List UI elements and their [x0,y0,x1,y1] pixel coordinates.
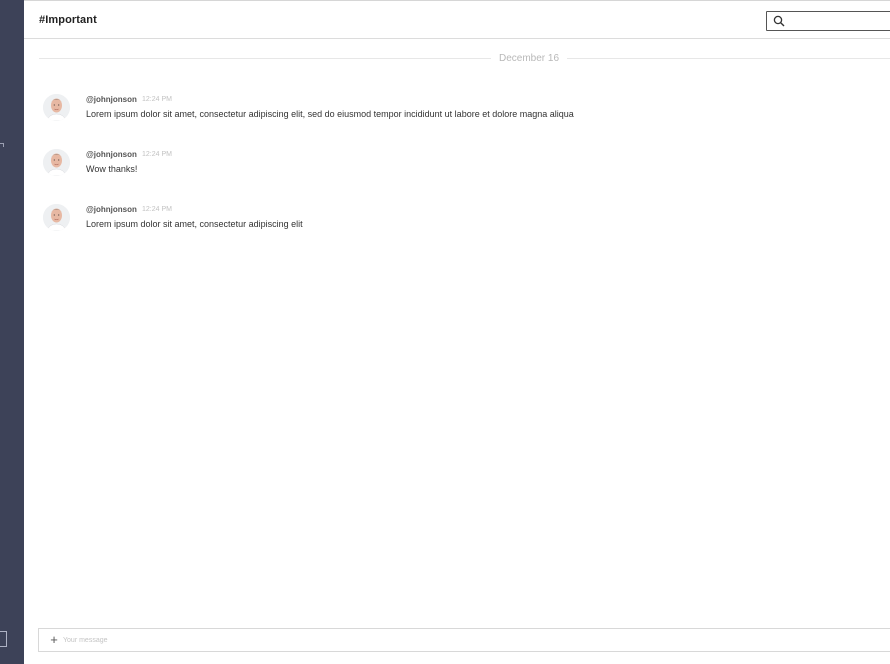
search-icon[interactable] [773,15,785,27]
message-author[interactable]: @johnjonson [86,95,137,104]
plus-icon[interactable]: + [47,633,61,647]
sidebar-button-fragment[interactable] [0,631,7,647]
avatar[interactable] [43,204,70,231]
avatar[interactable] [43,94,70,121]
message-text: Lorem ipsum dolor sit amet, consectetur … [86,109,574,119]
date-label: December 16 [498,53,560,64]
message-input[interactable] [63,634,663,647]
search-input[interactable] [789,14,889,28]
divider-line-right [567,58,890,59]
message-item: @johnjonson 12:24 PM Lorem ipsum dolor s… [39,94,890,134]
message-text: Wow thanks! [86,164,138,174]
message-timestamp: 12:24 PM [142,151,172,158]
chat-panel: #Important December 16 @johnjonson 12:24… [24,0,890,664]
search-box[interactable] [766,11,890,31]
message-composer[interactable]: + [38,628,890,652]
channel-header: #Important [24,1,890,39]
channel-title: #Important [39,14,97,26]
avatar[interactable] [43,149,70,176]
message-author[interactable]: @johnjonson [86,205,137,214]
message-author[interactable]: @johnjonson [86,150,137,159]
message-text: Lorem ipsum dolor sit amet, consectetur … [86,219,303,229]
message-timestamp: 12:24 PM [142,96,172,103]
sidebar [0,0,24,664]
sidebar-fragment [0,143,4,147]
date-divider: December 16 [39,53,890,65]
message-item: @johnjonson 12:24 PM Wow thanks! [39,149,890,189]
divider-line-left [39,58,491,59]
message-timestamp: 12:24 PM [142,206,172,213]
message-item: @johnjonson 12:24 PM Lorem ipsum dolor s… [39,204,890,244]
